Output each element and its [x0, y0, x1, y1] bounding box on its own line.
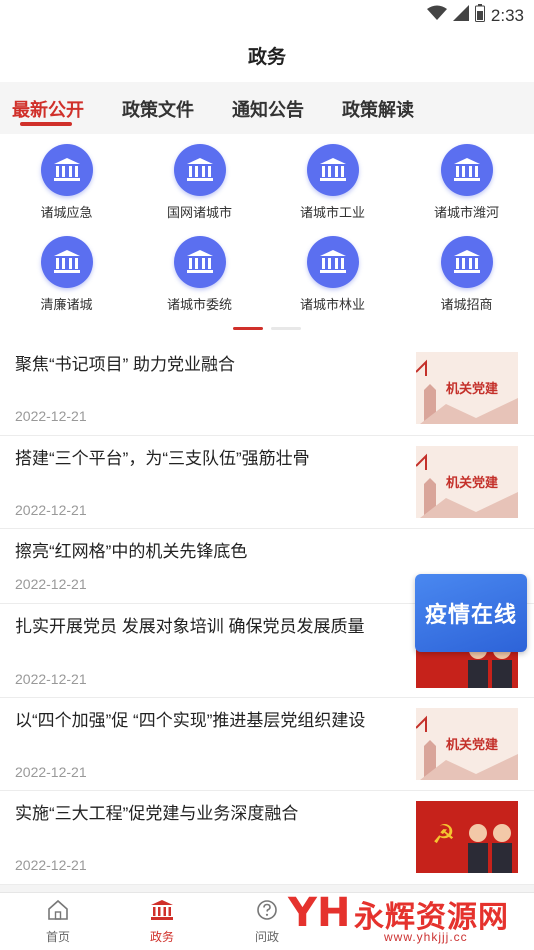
- signal-icon: [452, 5, 469, 26]
- list-item[interactable]: 搭建“三个平台”，为“三支队伍”强筋壮骨 2022-12-21 机关党建: [0, 436, 534, 529]
- news-title: 实施“三大工程”促党建与业务深度融合: [15, 804, 299, 823]
- grid-item[interactable]: 诸城市林业: [266, 226, 399, 316]
- news-date: 2022-12-21: [15, 502, 87, 518]
- grid-item-label: 国网诸城市: [166, 205, 232, 220]
- grid-item-label: 诸城市工业: [299, 205, 365, 220]
- status-indicators: 2:33: [426, 4, 524, 27]
- news-date: 2022-12-21: [15, 671, 87, 687]
- page-title: 政务: [247, 46, 286, 68]
- page-dot-active: [233, 327, 263, 330]
- department-grid: 诸城应急 国网诸城市 诸城市工业 诸城市潍河 清廉诸城 诸城市委统 诸城市林业 …: [0, 134, 534, 342]
- page-dot-inactive: [271, 327, 301, 330]
- question-icon: [256, 900, 278, 925]
- government-building-icon: [173, 236, 226, 288]
- grid-page-indicator: [0, 327, 534, 331]
- watermark-logo-icon: YH: [288, 890, 351, 936]
- watermark-url: www.yhkjjj.cc: [384, 930, 468, 944]
- tab-policy-docs[interactable]: 政策文件: [122, 96, 194, 122]
- government-building-icon: [306, 144, 359, 196]
- news-title: 搭建“三个平台”，为“三支队伍”强筋壮骨: [15, 449, 310, 468]
- news-title: 扎实开展党员 发展对象培训 确保党员发展质量: [15, 617, 365, 636]
- tab-latest[interactable]: 最新公开: [12, 96, 84, 122]
- thumbnail-caption: 机关党建: [446, 476, 499, 491]
- news-thumbnail: ☭: [416, 801, 518, 873]
- home-icon: [47, 899, 69, 925]
- battery-icon: [474, 4, 485, 27]
- news-title: 擦亮“红网格”中的机关先锋底色: [15, 542, 248, 561]
- tab-notices[interactable]: 通知公告: [232, 96, 304, 122]
- nav-label: 首页: [45, 930, 70, 944]
- title-bar: 政务: [0, 28, 534, 82]
- grid-item-label: 诸城招商: [440, 297, 493, 312]
- nav-item-home[interactable]: 首页: [23, 899, 93, 945]
- news-thumbnail: 机关党建: [416, 446, 518, 518]
- status-time: 2:33: [490, 5, 524, 25]
- epidemic-online-button[interactable]: 疫情在线: [415, 574, 527, 652]
- grid-item[interactable]: 诸城招商: [400, 226, 533, 316]
- grid-item[interactable]: 清廉诸城: [0, 226, 133, 316]
- epidemic-online-label: 疫情在线: [424, 602, 517, 627]
- news-date: 2022-12-21: [15, 408, 87, 424]
- tab-bar: 最新公开 政策文件 通知公告 政策解读: [0, 82, 534, 134]
- government-building-icon: [40, 236, 93, 288]
- news-thumbnail: 机关党建: [416, 352, 518, 424]
- wifi-icon: [426, 5, 447, 26]
- grid-item[interactable]: 诸城应急: [0, 134, 133, 224]
- nav-item-government[interactable]: 政务: [127, 899, 197, 945]
- government-building-icon: [150, 900, 174, 925]
- grid-item-label: 诸城市潍河: [433, 205, 499, 220]
- grid-item[interactable]: 国网诸城市: [133, 134, 266, 224]
- grid-item-label: 诸城应急: [40, 205, 93, 220]
- grid-item[interactable]: 诸城市委统: [133, 226, 266, 316]
- list-item[interactable]: 实施“三大工程”促党建与业务深度融合 2022-12-21 ☭: [0, 791, 534, 885]
- news-date: 2022-12-21: [15, 576, 87, 592]
- government-building-icon: [440, 236, 493, 288]
- list-item[interactable]: 以“四个加强”促 “四个实现”推进基层党组织建设 2022-12-21 机关党建: [0, 698, 534, 791]
- list-item[interactable]: 聚焦“书记项目” 助力党业融合 2022-12-21 机关党建: [0, 342, 534, 436]
- government-building-icon: [40, 144, 93, 196]
- thumbnail-caption: 机关党建: [446, 382, 499, 397]
- grid-item[interactable]: 诸城市工业: [266, 134, 399, 224]
- news-date: 2022-12-21: [15, 764, 87, 780]
- nav-label: 政务: [149, 930, 174, 944]
- grid-item-label: 诸城市委统: [166, 297, 232, 312]
- grid-item-label: 清廉诸城: [40, 297, 93, 312]
- government-building-icon: [173, 144, 226, 196]
- government-building-icon: [306, 236, 359, 288]
- news-date: 2022-12-21: [15, 857, 87, 873]
- thumbnail-caption: 机关党建: [446, 738, 499, 753]
- status-bar: 2:33: [0, 0, 534, 28]
- news-thumbnail: 机关党建: [416, 708, 518, 780]
- tab-policy-interpretation[interactable]: 政策解读: [342, 96, 414, 122]
- grid-item-label: 诸城市林业: [299, 297, 365, 312]
- news-title: 聚焦“书记项目” 助力党业融合: [15, 355, 236, 374]
- watermark: YH 永辉资源网 www.yhkjjj.cc: [288, 888, 528, 948]
- grid-item[interactable]: 诸城市潍河: [400, 134, 533, 224]
- news-title: 以“四个加强”促 “四个实现”推进基层党组织建设: [15, 711, 366, 730]
- government-building-icon: [440, 144, 493, 196]
- active-tab-indicator: [20, 122, 72, 126]
